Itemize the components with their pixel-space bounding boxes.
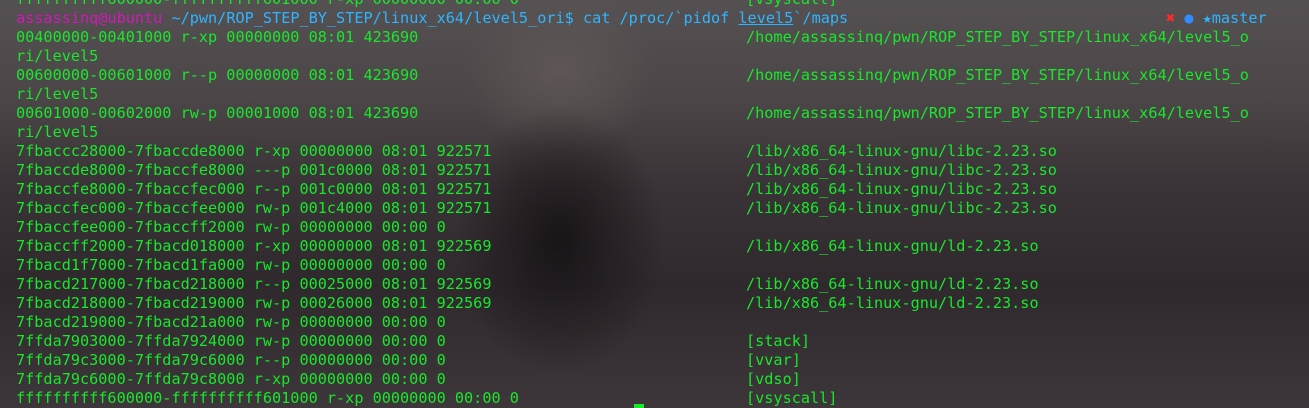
mapping-range: 7fbacd217000-7fbacd218000 r--p 00025000 … [16,275,492,293]
mapping-path: /lib/x86_64-linux-gnu/libc-2.23.so [746,180,1057,198]
mapping-path: [vdso] [746,370,801,388]
mapping-range: 7fbaccfee000-7fbaccff2000 rw-p 00000000 … [16,218,446,236]
maps-output-line: 7ffda79c6000-7ffda79c8000 r-xp 00000000 … [16,370,1309,389]
maps-output-line: 7fbacd1f7000-7fbacd1fa000 rw-p 00000000 … [16,256,1309,275]
mapping-range: 00400000-00401000 r-xp 00000000 08:01 42… [16,28,419,46]
mapping-path: /lib/x86_64-linux-gnu/ld-2.23.so [746,275,1039,293]
maps-output-line: 7fbaccc28000-7fbaccde8000 r-xp 00000000 … [16,142,1309,161]
mapping-range: 7fbacd218000-7fbacd219000 rw-p 00026000 … [16,294,492,312]
git-dirty-icon: ✖ [1166,9,1176,27]
mapping-range: ffffffffff600000-ffffffffff601000 r-xp 0… [16,0,519,9]
mapping-range: ri/level5 [16,85,99,103]
mapping-range: 00601000-00602000 rw-p 00001000 08:01 42… [16,104,419,122]
mapping-range: ri/level5 [16,123,99,141]
maps-output-line: 7fbaccff2000-7fbacd018000 r-xp 00000000 … [16,237,1309,256]
command-underlined: level5 [738,9,794,27]
maps-output-line: 7fbaccde8000-7fbaccfe8000 ---p 001c0000 … [16,161,1309,180]
mapping-range: 7ffda7903000-7ffda7924000 rw-p 00000000 … [16,332,446,350]
prompt-user-host: assassinq@ubuntu [16,9,163,27]
git-staged-dot-icon: ● [1184,9,1194,27]
mapping-range: ri/level5 [16,47,99,65]
mapping-path: /home/assassinq/pwn/ROP_STEP_BY_STEP/lin… [746,66,1249,84]
mapping-range: ffffffffff600000-ffffffffff601000 r-xp 0… [16,389,519,407]
maps-output-line: 00600000-00601000 r--p 00000000 08:01 42… [16,66,1309,85]
mapping-range: 00600000-00601000 r--p 00000000 08:01 42… [16,66,419,84]
command-text: cat /proc/`pidof [582,9,739,27]
maps-output-line: 7fbacd218000-7fbacd219000 rw-p 00026000 … [16,294,1309,313]
mapping-path: /home/assassinq/pwn/ROP_STEP_BY_STEP/lin… [746,28,1249,46]
maps-output-line: 7ffda79c3000-7ffda79c6000 r--p 00000000 … [16,351,1309,370]
mapping-range: 7fbaccfec000-7fbaccfee000 rw-p 001c4000 … [16,199,492,217]
maps-output-line: ffffffffff600000-ffffffffff601000 r-xp 0… [16,389,1309,408]
maps-output-line: 7ffda7903000-7ffda7924000 rw-p 00000000 … [16,332,1309,351]
maps-output-line: 7fbaccfe8000-7fbaccfec000 r--p 001c0000 … [16,180,1309,199]
maps-output-line: ri/level5 [16,47,1309,66]
prompt: assassinq@ubuntu ~/pwn/ROP_STEP_BY_STEP/… [16,9,848,28]
mapping-path: [vsyscall] [746,0,837,9]
mapping-path: [stack] [746,332,811,350]
mapping-path: /lib/x86_64-linux-gnu/libc-2.23.so [746,199,1057,217]
mapping-range: 7fbaccc28000-7fbaccde8000 r-xp 00000000 … [16,142,492,160]
maps-output-line: ri/level5 [16,85,1309,104]
git-branch: ★master [1202,9,1267,27]
mapping-range: 7fbaccde8000-7fbaccfe8000 ---p 001c0000 … [16,161,492,179]
mapping-path: /lib/x86_64-linux-gnu/ld-2.23.so [746,294,1039,312]
mapping-path: /lib/x86_64-linux-gnu/libc-2.23.so [746,161,1057,179]
mapping-path: /lib/x86_64-linux-gnu/ld-2.23.so [746,237,1039,255]
mapping-path: [vsyscall] [746,389,838,407]
terminal-window[interactable]: ffffffffff600000-ffffffffff601000 r-xp 0… [0,0,1309,408]
mapping-range: 7fbacd1f7000-7fbacd1fa000 rw-p 00000000 … [16,256,446,274]
maps-output-line: 7fbacd219000-7fbacd21a000 rw-p 00000000 … [16,313,1309,332]
maps-output-line: 7fbaccfee000-7fbaccff2000 rw-p 00000000 … [16,218,1309,237]
maps-output-line: 00601000-00602000 rw-p 00001000 08:01 42… [16,104,1309,123]
mapping-range: 7fbaccff2000-7fbacd018000 r-xp 00000000 … [16,237,492,255]
maps-output-line: 00400000-00401000 r-xp 00000000 08:01 42… [16,28,1309,47]
terminal-previous-output-line: ffffffffff600000-ffffffffff601000 r-xp 0… [16,0,1309,9]
mapping-range: 7ffda79c3000-7ffda79c6000 r--p 00000000 … [16,351,446,369]
maps-output-line: 7fbacd217000-7fbacd218000 r--p 00025000 … [16,275,1309,294]
prompt-path: ~/pwn/ROP_STEP_BY_STEP/linux_x64/level5_… [171,9,574,27]
mapping-range: 7fbacd219000-7fbacd21a000 rw-p 00000000 … [16,313,446,331]
shell-prompt-line[interactable]: assassinq@ubuntu ~/pwn/ROP_STEP_BY_STEP/… [16,9,1309,28]
maps-output: 00400000-00401000 r-xp 00000000 08:01 42… [16,28,1309,408]
mapping-range: 7ffda79c6000-7ffda79c8000 r-xp 00000000 … [16,370,446,388]
mapping-path: /home/assassinq/pwn/ROP_STEP_BY_STEP/lin… [746,104,1249,122]
mapping-path: [vvar] [746,351,801,369]
mapping-path: /lib/x86_64-linux-gnu/libc-2.23.so [746,142,1057,160]
terminal-cursor [634,404,644,408]
git-status: ✖ ● ★master [1166,9,1267,28]
maps-output-line: 7fbaccfec000-7fbaccfee000 rw-p 001c4000 … [16,199,1309,218]
mapping-range: 7fbaccfe8000-7fbaccfec000 r--p 001c0000 … [16,180,492,198]
command-text-end: `/maps [793,9,849,27]
maps-output-line: ri/level5 [16,123,1309,142]
